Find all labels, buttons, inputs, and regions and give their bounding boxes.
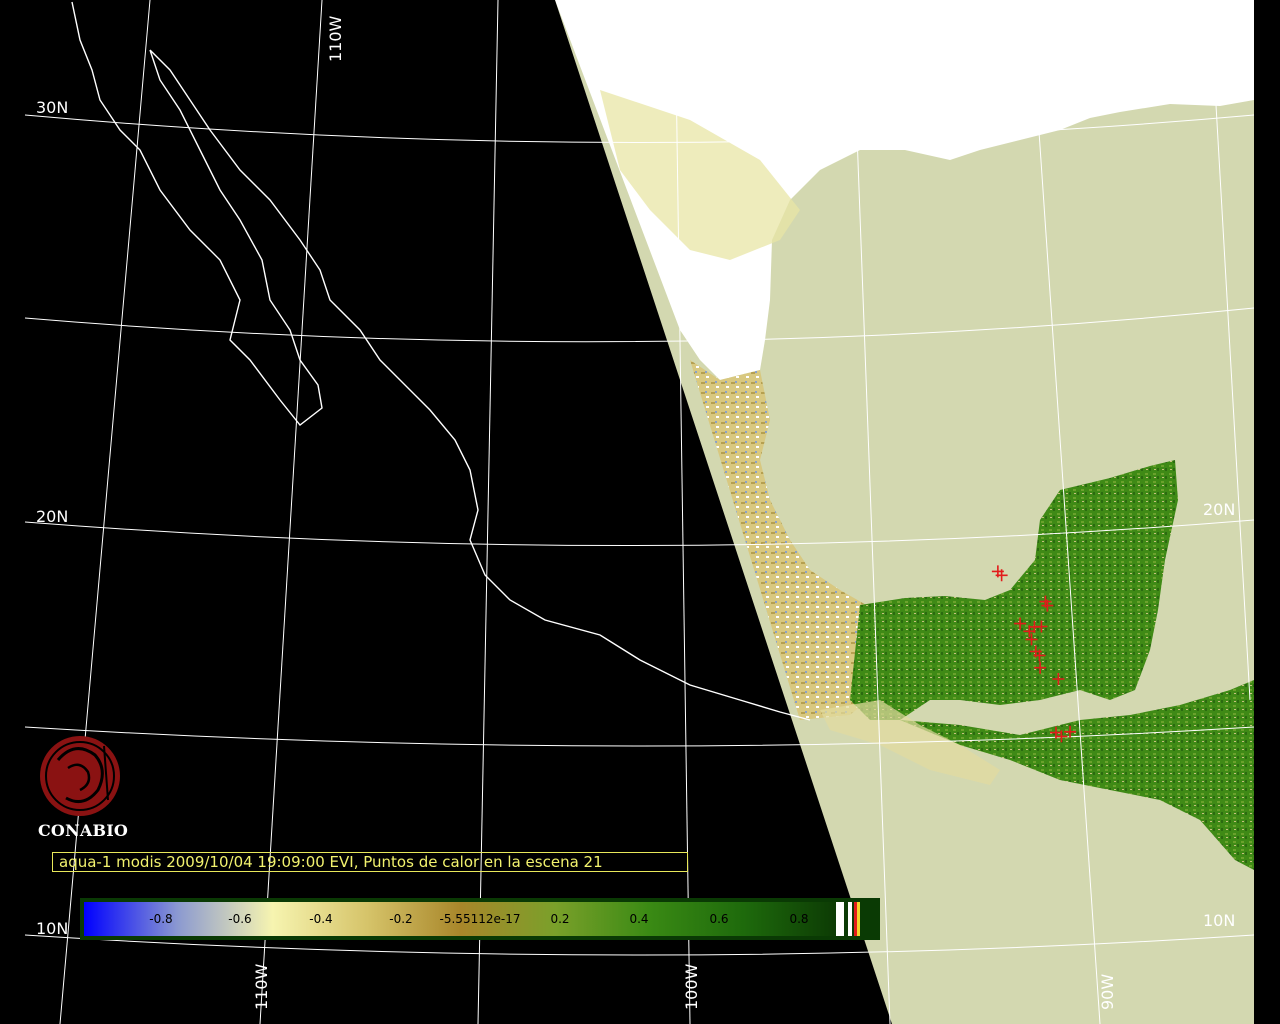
- lon-label-90w-bottom: 90W: [1098, 974, 1117, 1010]
- lat-label-10n-right: 10N: [1203, 911, 1235, 930]
- lon-label-110w-top: 110W: [326, 15, 345, 62]
- lat-label-20n-left: 20N: [36, 507, 68, 526]
- lat-label-20n-right: 20N: [1203, 500, 1235, 519]
- colorbar-tick-label: 0.6: [709, 912, 728, 926]
- colorbar-white-band-2: [848, 902, 852, 936]
- colorbar-tick-label: 0.8: [789, 912, 808, 926]
- conabio-logo-text: CONABIO: [38, 821, 129, 840]
- lon-label-100w-bottom: 100W: [682, 963, 701, 1010]
- colorbar-tick-label: -5.55112e-17: [440, 912, 521, 926]
- colorbar-tick-label: -0.2: [389, 912, 412, 926]
- colorbar-tick-label: 0.4: [629, 912, 648, 926]
- colorbar-tick-label: -0.6: [228, 912, 251, 926]
- colorbar-tick-label: -0.4: [309, 912, 332, 926]
- lat-label-10n-left: 10N: [36, 919, 68, 938]
- lat-label-30n: 30N: [36, 98, 68, 117]
- colorbar: -0.8 -0.6 -0.4 -0.2 -5.55112e-17 0.2 0.4 0.6 0.8: [80, 898, 880, 940]
- colorbar-yellow-band: [857, 902, 860, 936]
- colorbar-hotspot-band: [854, 902, 857, 936]
- lon-label-110w-bottom: 110W: [252, 963, 271, 1010]
- conabio-logo-icon: [40, 736, 120, 816]
- scene-caption: aqua-1 modis 2009/10/04 19:09:00 EVI, Pu…: [52, 852, 688, 872]
- colorbar-tick-label: -0.8: [149, 912, 172, 926]
- colorbar-tick-label: 0.2: [550, 912, 569, 926]
- colorbar-white-band: [836, 902, 844, 936]
